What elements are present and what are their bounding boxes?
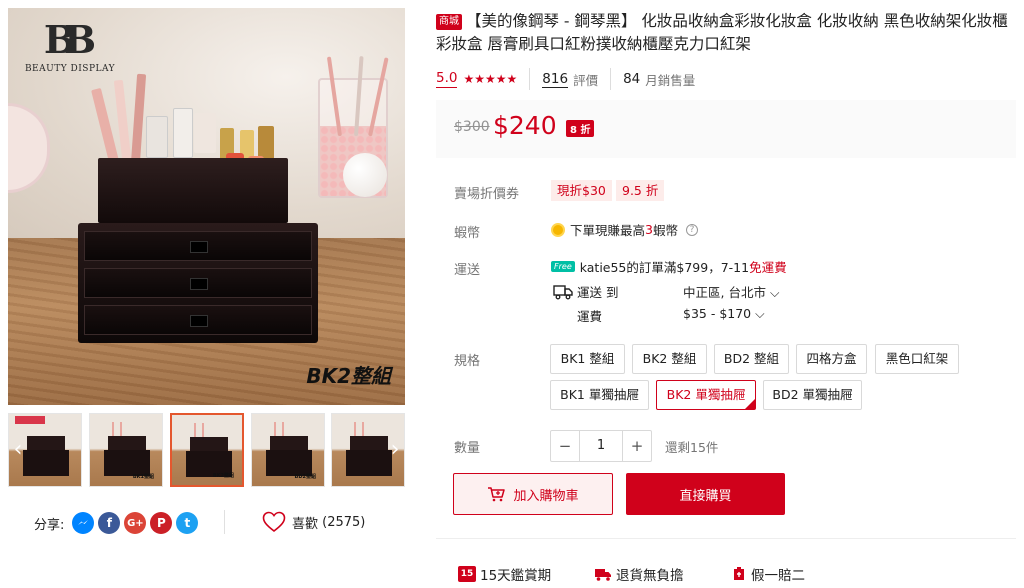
ship-to-label: 運送 到 <box>577 285 619 300</box>
twitter-icon[interactable]: t <box>176 512 199 534</box>
guarantee-item[interactable]: 退貨無負擔 <box>594 564 684 584</box>
like-button[interactable]: 喜歡 (2575) <box>262 511 365 533</box>
decorative-ball <box>343 153 387 197</box>
product-title: 商城 【美的像鋼琴 - 鋼琴黑】 化妝品收納盒彩妝化妝盒 化妝收納 黑色收納架化妝… <box>436 10 1016 56</box>
quantity-stepper: − 1 + <box>550 430 652 462</box>
quantity-label: 數量 <box>454 441 481 456</box>
reviews-label: 評價 <box>573 72 599 88</box>
guarantee-divider <box>436 538 1016 539</box>
chevron-down-icon: ⌵ <box>755 306 765 321</box>
organizer-top-compartment <box>98 158 288 223</box>
current-price: $240 <box>493 111 557 140</box>
variant-option-selected[interactable]: BK2 單獨抽屜 ✓ <box>656 380 756 410</box>
chevron-right-icon[interactable]: › <box>385 433 405 467</box>
rating-score[interactable]: 5.0 <box>436 70 458 88</box>
variant-option[interactable]: BK2 整組 <box>632 344 707 374</box>
facebook-icon[interactable]: f <box>98 512 121 534</box>
pinterest-icon[interactable]: P <box>150 512 173 534</box>
main-product-image[interactable]: BB BEAUTY DISPLAY BK2整組 <box>8 8 405 405</box>
guarantee-item[interactable]: 假一賠二 <box>731 564 805 584</box>
add-to-cart-button[interactable]: 加入購物車 <box>453 473 613 515</box>
sold-count: 84 <box>623 71 641 87</box>
quantity-decrease-button[interactable]: − <box>551 431 579 461</box>
variant-option[interactable]: BD2 單獨抽屜 <box>763 380 862 410</box>
shipping-label: 運送 <box>454 263 481 278</box>
return-truck-icon <box>595 569 611 581</box>
coins-row: 下單現賺最高 3 蝦幣 ? <box>551 220 698 239</box>
ship-to-row: 運送 到 <box>553 282 618 301</box>
coin-icon <box>551 222 565 237</box>
share-label: 分享: <box>34 517 65 533</box>
share-bar: 分享: f G+ P t <box>34 512 199 534</box>
mall-badge: 商城 <box>436 14 462 30</box>
original-price: $300 <box>454 119 490 135</box>
voucher-percent-off[interactable]: 9.5 折 <box>616 180 665 201</box>
truck-icon <box>553 284 573 299</box>
quantity-increase-button[interactable]: + <box>623 431 651 461</box>
vouchers-label: 賣場折價券 <box>454 187 520 202</box>
like-label: 喜歡 <box>292 516 319 532</box>
free-shipping-row: Free katie55的訂單滿$799，7-11 免運費 <box>551 257 787 276</box>
google-plus-icon[interactable]: G+ <box>124 512 147 534</box>
variant-option[interactable]: BD2 整組 <box>714 344 789 374</box>
shipping-fee-dropdown[interactable]: $35 - $170 ⌵ <box>683 306 765 322</box>
share-divider <box>224 510 225 534</box>
product-title-text: 【美的像鋼琴 - 鋼琴黑】 化妝品收納盒彩妝化妝盒 化妝收納 黑色收納架化妝櫃彩… <box>436 12 1008 53</box>
variant-option[interactable]: BK1 單獨抽屜 <box>550 380 649 410</box>
organizer-drawer-unit <box>78 223 318 343</box>
guarantee-item[interactable]: 15 15天鑑賞期 <box>458 564 551 584</box>
cart-icon <box>488 487 506 502</box>
free-shipping-icon: Free <box>551 261 575 272</box>
price-box: $300 $240 8 折 <box>436 100 1016 158</box>
voucher-cash-off[interactable]: 現折$30 <box>551 180 612 201</box>
variations-label: 規格 <box>454 354 481 369</box>
variant-option[interactable]: 四格方盒 <box>796 344 867 374</box>
reviews-count[interactable]: 816 <box>542 71 569 88</box>
help-icon[interactable]: ? <box>685 223 698 236</box>
thumbnail-3-active[interactable]: BK2整組 <box>170 413 244 487</box>
chevron-down-icon: ⌵ <box>769 285 780 300</box>
buy-now-button[interactable]: 直接購買 <box>626 473 785 515</box>
shield-icon <box>734 567 744 580</box>
thumbnail-4[interactable]: BD2整組 <box>251 413 325 487</box>
messenger-icon[interactable] <box>72 512 95 534</box>
heart-icon <box>262 511 286 533</box>
shipping-fee-label: 運費 <box>577 309 603 324</box>
thumbnail-strip: BK1整組 BK2整組 BD2整組 ‹ › <box>8 413 405 487</box>
like-count: (2575) <box>322 514 366 530</box>
main-image-caption: BK2整組 <box>306 364 391 388</box>
star-rating-icon: ★★★★★ <box>463 72 518 86</box>
variant-option[interactable]: BK1 整組 <box>550 344 625 374</box>
variant-option[interactable]: 黑色口紅架 <box>875 344 959 374</box>
check-icon: ✓ <box>748 394 754 402</box>
coins-amount: 3 <box>645 222 653 237</box>
quantity-input[interactable]: 1 <box>579 431 623 461</box>
coins-label: 蝦幣 <box>454 226 481 241</box>
shipping-destination-dropdown[interactable]: 中正區, 台北市 ⌵ <box>683 282 779 301</box>
stock-remaining: 還剩15件 <box>665 440 719 455</box>
chevron-left-icon[interactable]: ‹ <box>8 433 28 467</box>
discount-badge: 8 折 <box>566 120 595 137</box>
calendar-icon: 15 <box>458 566 476 582</box>
thumbnail-2[interactable]: BK1整組 <box>89 413 163 487</box>
sold-label: 月銷售量 <box>645 72 696 88</box>
rating-row: 5.0 ★★★★★ 816 評價 84 月銷售量 <box>436 68 695 90</box>
brand-logo: BB BEAUTY DISPLAY <box>24 17 116 75</box>
